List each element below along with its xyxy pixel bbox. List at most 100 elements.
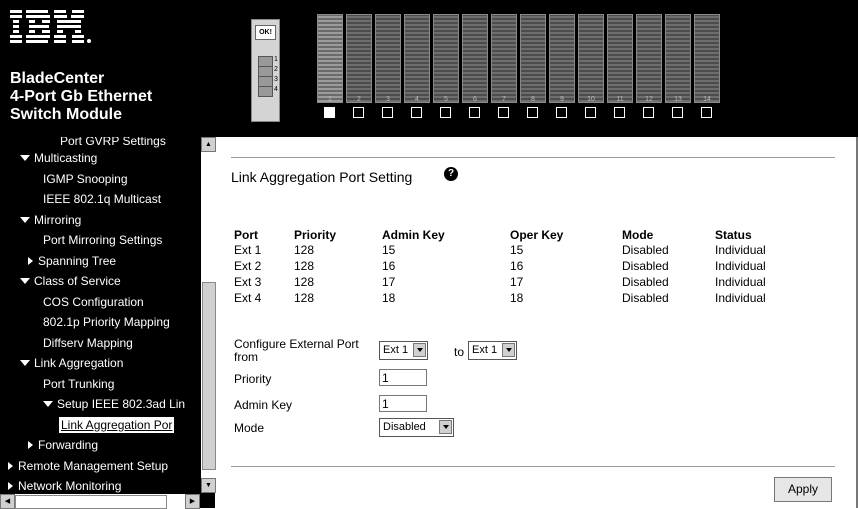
blade-number: 14 [703, 96, 711, 103]
blade-bay-10[interactable]: 10 [578, 14, 604, 103]
to-port-select[interactable]: Ext 1 [468, 341, 517, 360]
port-status-table: Port Priority Admin Key Oper Key Mode St… [234, 227, 795, 306]
nav-vertical-scrollbar[interactable]: ▲ ▼ [200, 137, 216, 493]
col-status: Status [715, 227, 752, 242]
blade-select-box-10[interactable] [585, 107, 596, 118]
blade-bay-6[interactable]: 6 [462, 14, 488, 103]
product-name: BladeCenter 4-Port Gb Ethernet Switch Mo… [10, 70, 152, 124]
blade-select-box-13[interactable] [672, 107, 683, 118]
blade-select-box-4[interactable] [411, 107, 422, 118]
scroll-left-arrow-icon[interactable]: ◀ [0, 494, 15, 509]
blade-bay-14[interactable]: 14 [694, 14, 720, 103]
scroll-right-arrow-icon[interactable]: ▶ [185, 494, 200, 509]
nav-item-cos-configuration[interactable]: COS Configuration [43, 294, 144, 310]
scroll-down-arrow-icon[interactable]: ▼ [201, 478, 216, 493]
scroll-up-arrow-icon[interactable]: ▲ [201, 137, 216, 152]
blade-select-box-1[interactable] [324, 107, 335, 118]
expanded-arrow-icon[interactable] [20, 360, 30, 366]
mode-label: Mode [234, 421, 265, 435]
apply-button[interactable]: Apply [774, 477, 832, 502]
blade-select-box-8[interactable] [527, 107, 538, 118]
collapsed-arrow-icon[interactable] [8, 482, 13, 490]
mode-select[interactable]: Disabled [379, 418, 454, 437]
blade-select-box-11[interactable] [614, 107, 625, 118]
expanded-arrow-icon[interactable] [20, 278, 30, 284]
nav-item-multicasting[interactable]: Multicasting [20, 150, 97, 166]
blade-select-box-6[interactable] [469, 107, 480, 118]
nav-item-link-aggregation[interactable]: Link Aggregation [20, 355, 123, 371]
from-port-select[interactable]: Ext 1 [379, 341, 428, 360]
nav-item-port-trunking[interactable]: Port Trunking [43, 376, 114, 392]
nav-item-forwarding[interactable]: Forwarding [28, 437, 98, 453]
blade-bay-2[interactable]: 2 [346, 14, 372, 103]
nav-item-802-1p-priority-mapping[interactable]: 802.1p Priority Mapping [43, 314, 170, 330]
blade-bay-11[interactable]: 11 [607, 14, 633, 103]
expanded-arrow-icon[interactable] [43, 401, 53, 407]
blade-select-box-2[interactable] [353, 107, 364, 118]
nav-item-setup-ieee-802-3ad-lin[interactable]: Setup IEEE 802.3ad Lin [43, 396, 185, 412]
table-cell: Individual [715, 291, 766, 305]
chevron-down-icon[interactable] [502, 343, 515, 357]
blade-select-box-12[interactable] [643, 107, 654, 118]
blade-bay-4[interactable]: 4 [404, 14, 430, 103]
nav-item-remote-management-setup[interactable]: Remote Management Setup [8, 458, 168, 474]
nav-item-network-monitoring[interactable]: Network Monitoring [8, 478, 121, 494]
blade-select-box-3[interactable] [382, 107, 393, 118]
expanded-arrow-icon[interactable] [20, 155, 30, 161]
blade-bay-8[interactable]: 8 [520, 14, 546, 103]
nav-item-label: Diffserv Mapping [43, 336, 133, 350]
chevron-down-icon[interactable] [439, 420, 452, 434]
admin-key-input[interactable]: 1 [379, 395, 427, 412]
blade-select-box-7[interactable] [498, 107, 509, 118]
blade-number: 8 [531, 96, 535, 103]
nav-item-igmp-snooping[interactable]: IGMP Snooping [43, 171, 128, 187]
nav-item-link-aggregation-por[interactable]: Link Aggregation Por [59, 417, 175, 433]
blade-bay-9[interactable]: 9 [549, 14, 575, 103]
nav-item-label: 802.1p Priority Mapping [43, 315, 170, 329]
nav-item-mirroring[interactable]: Mirroring [20, 212, 81, 228]
nav-horizontal-scrollbar[interactable]: ◀ ▶ [0, 493, 200, 509]
blade-bays: 1 2 3 4 5 6 7 8 9 10 11 12 13 14 [317, 14, 721, 104]
blade-bay-7[interactable]: 7 [491, 14, 517, 103]
blade-bay-3[interactable]: 3 [375, 14, 401, 103]
nav-item-diffserv-mapping[interactable]: Diffserv Mapping [43, 335, 133, 351]
navigation-tree: Port GVRP Settings Multicasting IGMP Snoop… [0, 137, 215, 508]
table-cell: 16 [510, 259, 524, 273]
table-row: Ext 4 128 18 18 Disabled Individual [234, 290, 795, 306]
nav-item-label: Forwarding [38, 438, 99, 452]
table-row: Ext 1 128 15 15 Disabled Individual [234, 242, 795, 258]
help-icon[interactable]: ? [444, 167, 458, 181]
blade-select-box-14[interactable] [701, 107, 712, 118]
nav-item-port-gvrp-settings[interactable]: Port GVRP Settings [60, 137, 166, 149]
blade-bay-13[interactable]: 13 [665, 14, 691, 103]
to-port-value: Ext 1 [472, 344, 498, 356]
blade-select-box-5[interactable] [440, 107, 451, 118]
table-cell: Ext 1 [234, 243, 262, 257]
scroll-thumb[interactable] [202, 282, 216, 470]
col-oper-key: Oper Key [510, 227, 564, 242]
chevron-down-icon[interactable] [413, 343, 426, 357]
expanded-arrow-icon[interactable] [20, 217, 30, 223]
hscroll-thumb[interactable] [15, 495, 167, 509]
collapsed-arrow-icon[interactable] [8, 462, 13, 470]
nav-item-ieee-802-1q-multicast[interactable]: IEEE 802.1q Multicast [43, 191, 161, 207]
ext-port-4 [258, 86, 273, 97]
nav-item-spanning-tree[interactable]: Spanning Tree [28, 253, 116, 269]
nav-item-port-mirroring-settings[interactable]: Port Mirroring Settings [43, 232, 162, 248]
configure-port-label-line2: from [234, 350, 258, 364]
collapsed-arrow-icon[interactable] [28, 441, 33, 449]
collapsed-arrow-icon[interactable] [28, 257, 33, 265]
ext-port-4-label: 4 [274, 86, 278, 93]
nav-item-class-of-service[interactable]: Class of Service [20, 273, 121, 289]
divider [231, 157, 835, 158]
table-cell: 15 [510, 243, 524, 257]
blade-number: 10 [587, 96, 595, 103]
blade-number: 9 [560, 96, 564, 103]
blade-bay-1[interactable]: 1 [317, 14, 343, 103]
table-cell: 17 [382, 275, 396, 289]
blade-select-box-9[interactable] [556, 107, 567, 118]
blade-bay-5[interactable]: 5 [433, 14, 459, 103]
blade-bay-12[interactable]: 12 [636, 14, 662, 103]
priority-input[interactable]: 1 [379, 369, 427, 386]
nav-item-label: Port GVRP Settings [60, 137, 166, 148]
